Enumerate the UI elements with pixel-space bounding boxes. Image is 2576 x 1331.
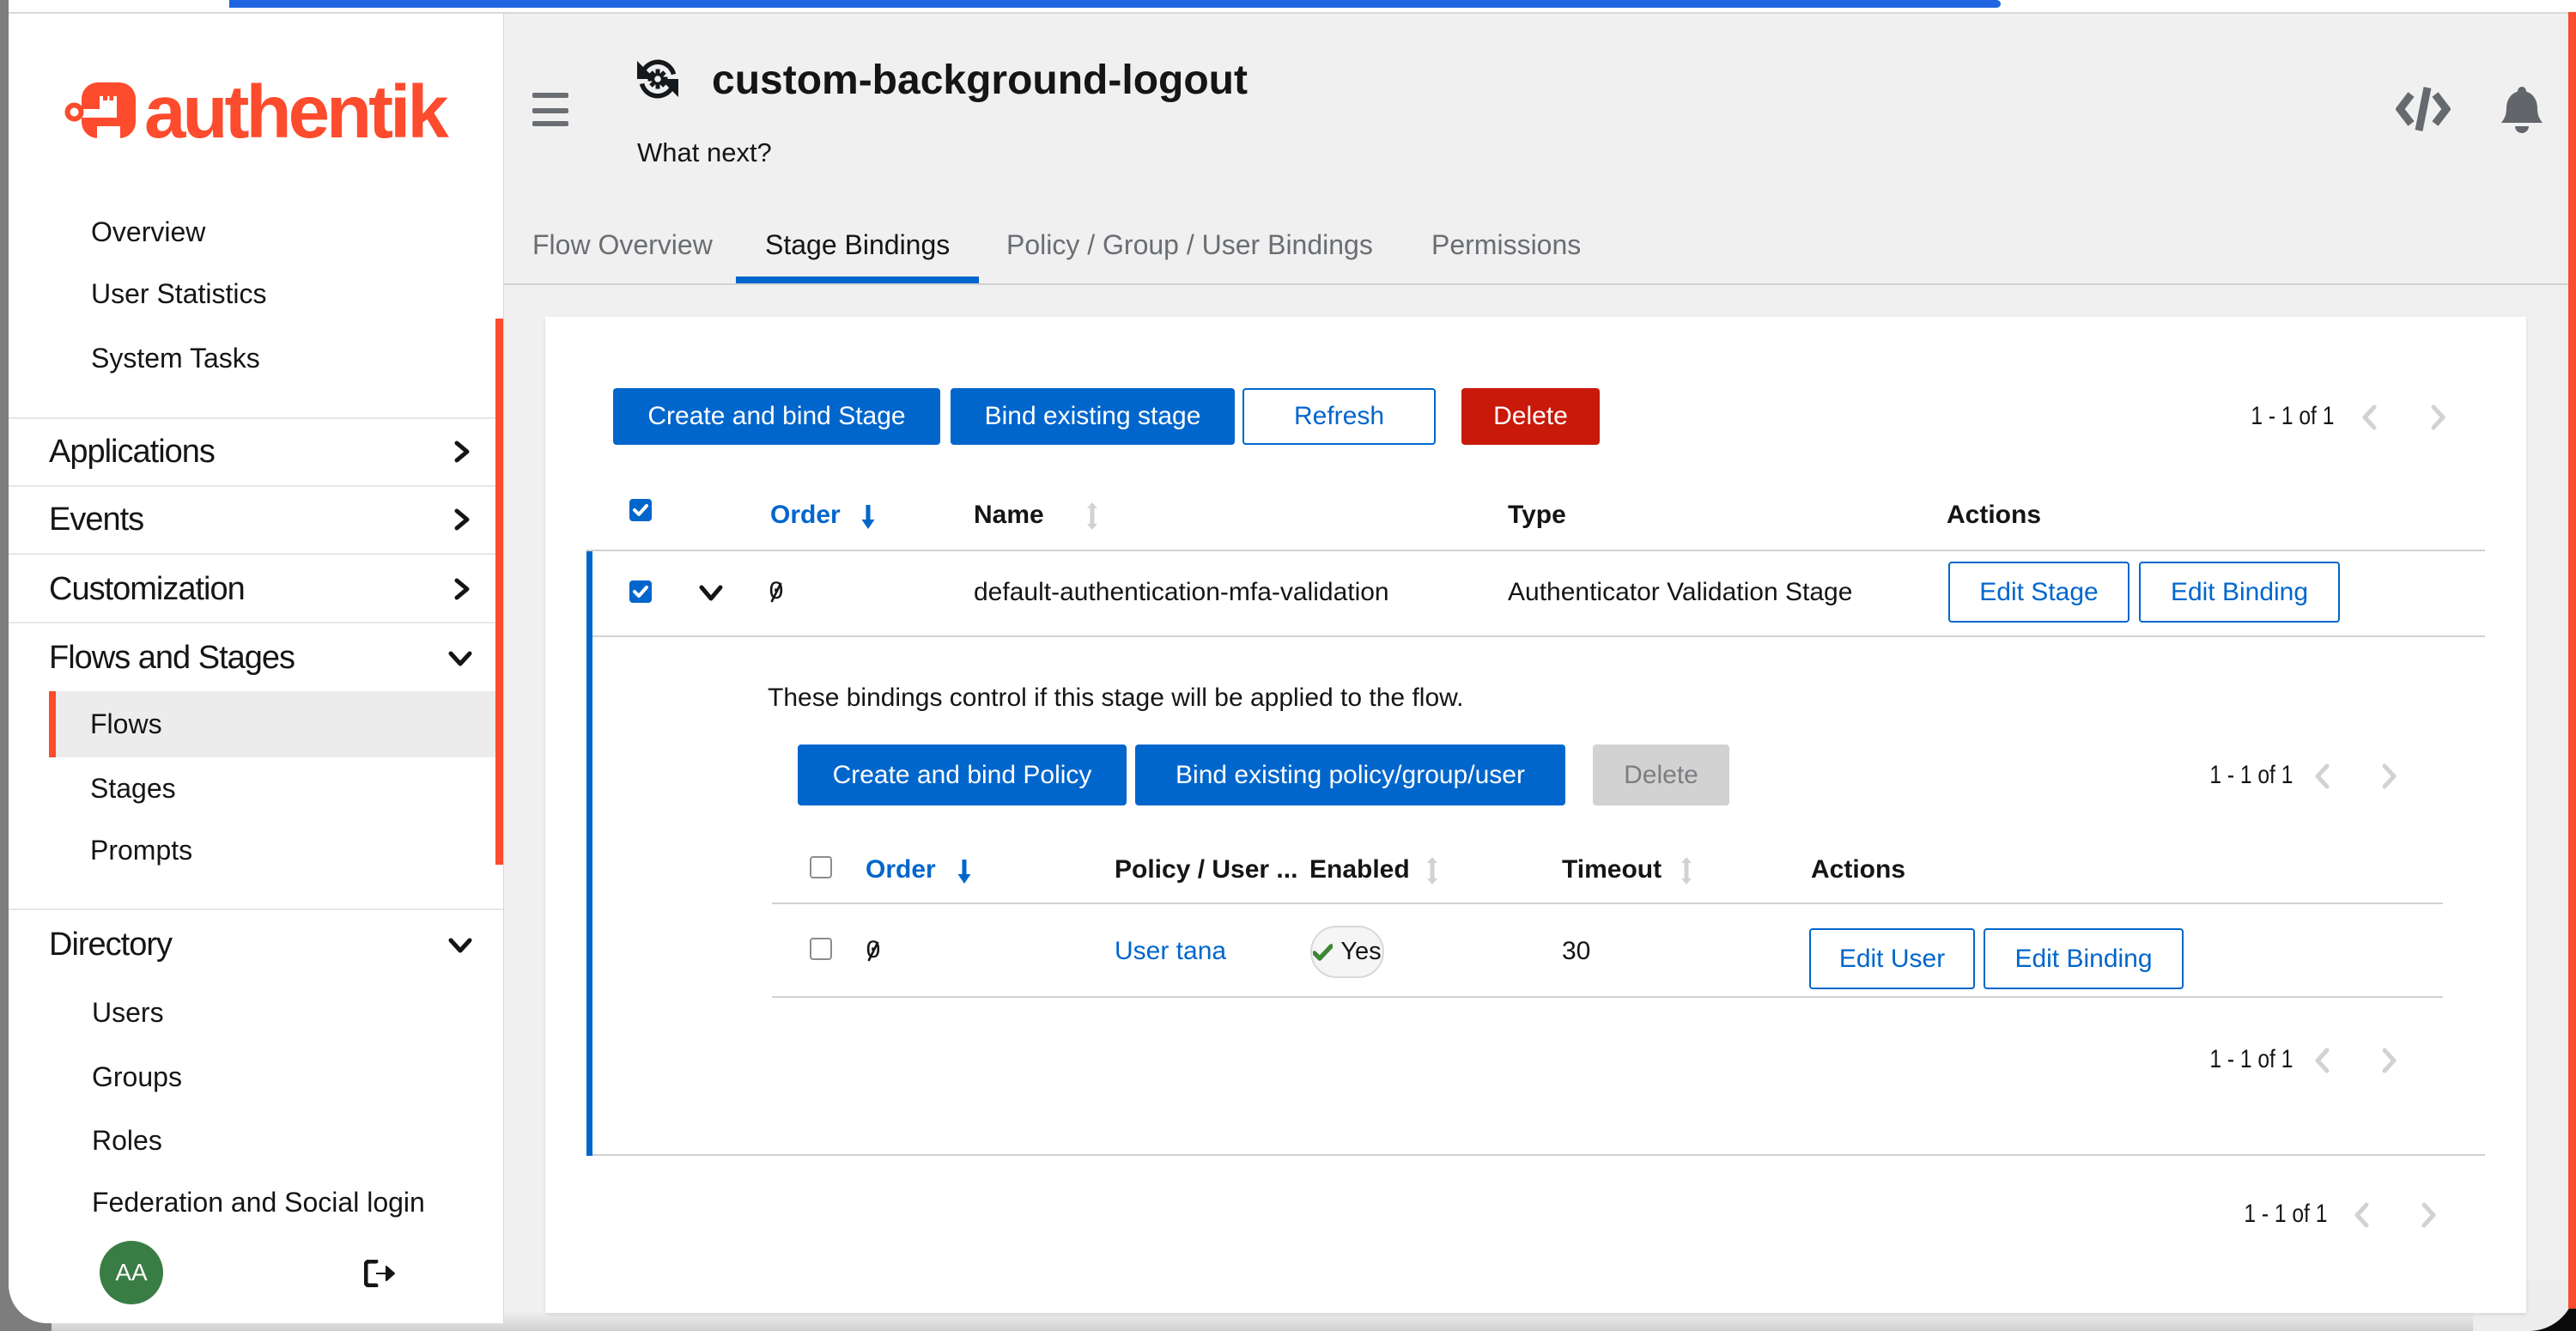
svg-text:authentik: authentik: [144, 77, 449, 146]
